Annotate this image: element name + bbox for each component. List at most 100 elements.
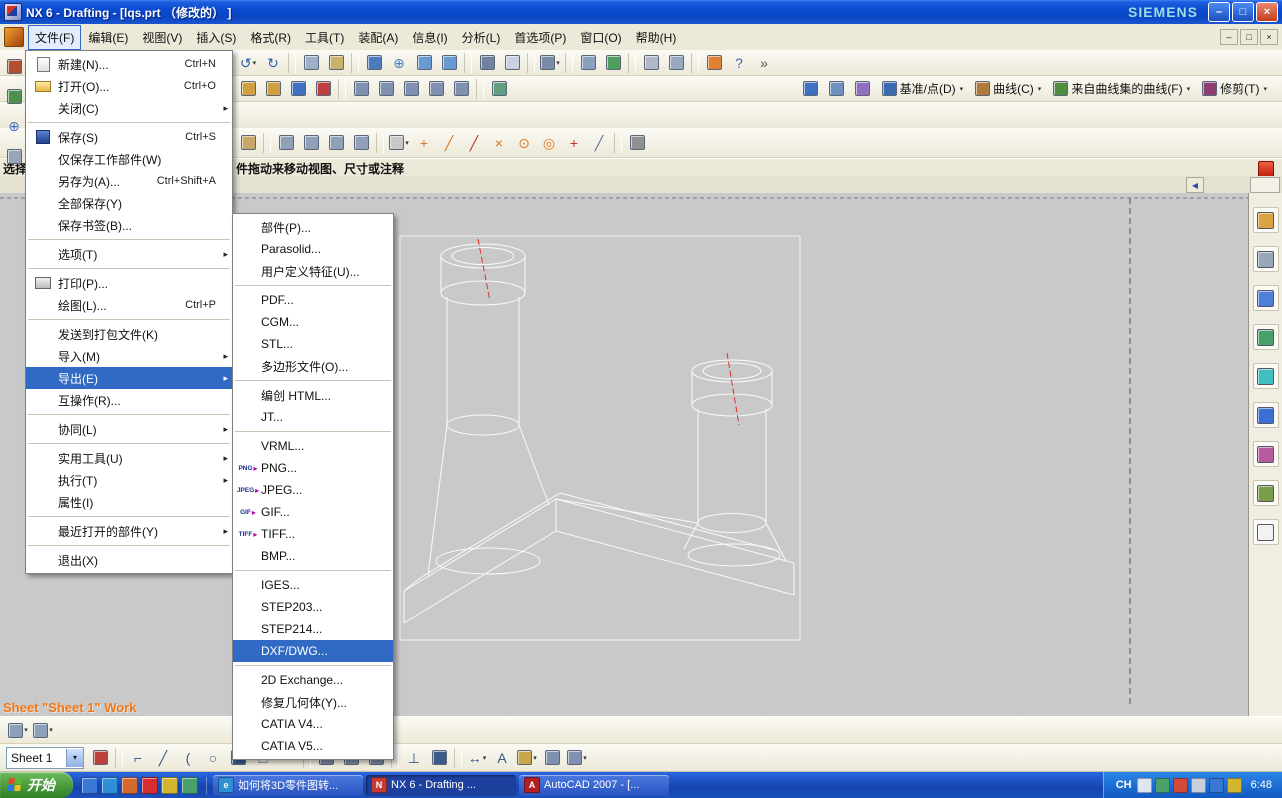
undo-icon[interactable]: ↺▾ xyxy=(236,51,260,75)
sketch-icon[interactable] xyxy=(311,77,335,101)
auto-constrain-icon[interactable] xyxy=(427,746,451,770)
system-materials-icon[interactable] xyxy=(1253,441,1279,467)
datum-axis-icon[interactable] xyxy=(261,77,285,101)
export-submenu-item[interactable]: VRML... xyxy=(233,435,393,457)
task-nx[interactable]: NNX 6 - Drafting ... xyxy=(366,775,516,796)
align-right-icon[interactable] xyxy=(324,131,348,155)
menubar-item-8[interactable]: 信息(I) xyxy=(405,25,454,50)
export-submenu-item[interactable]: 编创 HTML... xyxy=(233,384,393,406)
scroll-left-button[interactable]: ◀ xyxy=(1186,177,1204,193)
mdi-close-button[interactable]: × xyxy=(1260,29,1278,45)
move-view-icon[interactable] xyxy=(576,51,600,75)
measure-icon[interactable] xyxy=(487,77,511,101)
file-menu-item[interactable]: 实用工具(U)▸ xyxy=(26,447,232,469)
hd3d-tools-icon[interactable] xyxy=(1253,363,1279,389)
file-menu-item[interactable]: 全部保存(Y) xyxy=(26,192,232,214)
mdi-restore-button[interactable]: □ xyxy=(1240,29,1258,45)
file-menu-item[interactable]: 退出(X) xyxy=(26,549,232,571)
keyboard-icon[interactable] xyxy=(1137,778,1152,793)
curves-from-curveset-button[interactable]: 来自曲线集的曲线(F)▾ xyxy=(1048,77,1195,100)
messenger-quicklaunch-icon[interactable] xyxy=(181,777,198,794)
network-icon[interactable] xyxy=(1209,778,1224,793)
constraint-navigator-icon[interactable] xyxy=(1253,246,1279,272)
file-menu-item[interactable]: 导出(E)▸ xyxy=(26,367,232,389)
mdi-minimize-button[interactable]: – xyxy=(1220,29,1238,45)
point-icon[interactable] xyxy=(286,77,310,101)
table-icon[interactable] xyxy=(540,746,564,770)
paste-icon[interactable] xyxy=(324,51,348,75)
datum-point-button[interactable]: 基准/点(D)▾ xyxy=(877,77,969,100)
rotate-view-icon[interactable] xyxy=(437,51,461,75)
circle-icon[interactable]: ○ xyxy=(201,746,225,770)
export-submenu-item[interactable]: GIF▸GIF... xyxy=(233,501,393,523)
help-icon[interactable]: ? xyxy=(727,51,751,75)
export-submenu-item[interactable]: 多边形文件(O)... xyxy=(233,355,393,377)
volume-icon[interactable] xyxy=(1191,778,1206,793)
export-submenu-item[interactable]: STEP214... xyxy=(233,618,393,640)
export-submenu-item[interactable]: TIFF▸TIFF... xyxy=(233,523,393,545)
file-menu-item[interactable]: 导入(M)▸ xyxy=(26,345,232,367)
file-menu-item[interactable]: 属性(I) xyxy=(26,491,232,513)
datum-plane-icon[interactable] xyxy=(236,77,260,101)
task-browser[interactable]: e如何将3D零件图转... xyxy=(213,775,363,796)
export-submenu-item[interactable]: IGES... xyxy=(233,574,393,596)
snap-control-point-icon[interactable]: ╱ xyxy=(462,131,486,155)
layer-control-button[interactable]: ▾ xyxy=(31,718,55,742)
file-menu-item[interactable]: 打印(P)... xyxy=(26,272,232,294)
open-in-window-icon[interactable] xyxy=(236,131,260,155)
snap-arc-center-icon[interactable]: ⊙ xyxy=(512,131,536,155)
wireframe-view-icon[interactable] xyxy=(500,51,524,75)
profile-icon[interactable]: ⌐ xyxy=(126,746,150,770)
menubar-item-7[interactable]: 装配(A) xyxy=(351,25,405,50)
layer-settings-icon[interactable] xyxy=(639,51,663,75)
file-menu-item[interactable]: 另存为(A)...Ctrl+Shift+A xyxy=(26,170,232,192)
menu-app-icon[interactable] xyxy=(4,27,24,47)
work-plane-icon[interactable] xyxy=(625,131,649,155)
align-left-icon[interactable] xyxy=(274,131,298,155)
export-submenu-item[interactable]: CATIA V5... xyxy=(233,735,393,757)
edge-blend-icon[interactable] xyxy=(424,77,448,101)
reuse-library-icon[interactable] xyxy=(1253,324,1279,350)
show-desktop-icon[interactable] xyxy=(81,777,98,794)
pattern-icon[interactable] xyxy=(399,77,423,101)
menubar-item-4[interactable]: 插入(S) xyxy=(189,25,243,50)
update-display-icon[interactable] xyxy=(601,51,625,75)
update-icon[interactable] xyxy=(1227,778,1242,793)
menubar-item-12[interactable]: 帮助(H) xyxy=(629,25,684,50)
folder-quicklaunch-icon[interactable] xyxy=(161,777,178,794)
file-menu-item[interactable]: 发送到打包文件(K) xyxy=(26,323,232,345)
qq-icon[interactable] xyxy=(141,777,158,794)
snap-endpoint-icon[interactable]: + xyxy=(412,131,436,155)
visualization-icon[interactable] xyxy=(664,51,688,75)
point-dialog-icon[interactable] xyxy=(799,77,823,101)
trim-button[interactable]: 修剪(T)▾ xyxy=(1197,77,1272,100)
orient-view-icon[interactable]: ▾ xyxy=(538,51,562,75)
menubar-item-2[interactable]: 编辑(E) xyxy=(81,25,135,50)
export-submenu-item[interactable]: 2D Exchange... xyxy=(233,669,393,691)
file-menu-item[interactable]: 仅保存工作部件(W) xyxy=(26,148,232,170)
sheet-selector[interactable]: Sheet 1 ▾ xyxy=(6,747,84,769)
export-submenu-item[interactable]: DXF/DWG... xyxy=(233,640,393,662)
roles-icon[interactable] xyxy=(1253,480,1279,506)
pan-icon[interactable] xyxy=(412,51,436,75)
export-submenu-item[interactable]: STEP203... xyxy=(233,596,393,618)
sketch-tool-icon[interactable] xyxy=(2,84,26,108)
snap-existing-point-icon[interactable]: + xyxy=(562,131,586,155)
menubar-item-6[interactable]: 工具(T) xyxy=(298,25,351,50)
snap-preferences-icon[interactable] xyxy=(702,51,726,75)
export-submenu-item[interactable]: 修复几何体(Y)... xyxy=(233,691,393,713)
file-menu-item[interactable]: 打开(O)...Ctrl+O xyxy=(26,75,232,97)
file-menu-item[interactable]: 保存(S)Ctrl+S xyxy=(26,126,232,148)
file-menu-item[interactable]: 新建(N)...Ctrl+N xyxy=(26,53,232,75)
messenger-tray-icon[interactable] xyxy=(1155,778,1170,793)
view-display-button[interactable]: ▾ xyxy=(6,718,30,742)
extrude-icon[interactable] xyxy=(349,77,373,101)
file-menu-item[interactable]: 保存书签(B)... xyxy=(26,214,232,236)
menubar-item-1[interactable]: 文件(F) xyxy=(28,25,81,50)
menubar-item-5[interactable]: 格式(R) xyxy=(243,25,298,50)
align-top-icon[interactable] xyxy=(349,131,373,155)
export-submenu-item[interactable]: BMP... xyxy=(233,545,393,567)
constraints-icon[interactable]: ⊥ xyxy=(402,746,426,770)
export-submenu-item[interactable]: 用户定义特征(U)... xyxy=(233,260,393,282)
export-submenu-item[interactable]: STL... xyxy=(233,333,393,355)
